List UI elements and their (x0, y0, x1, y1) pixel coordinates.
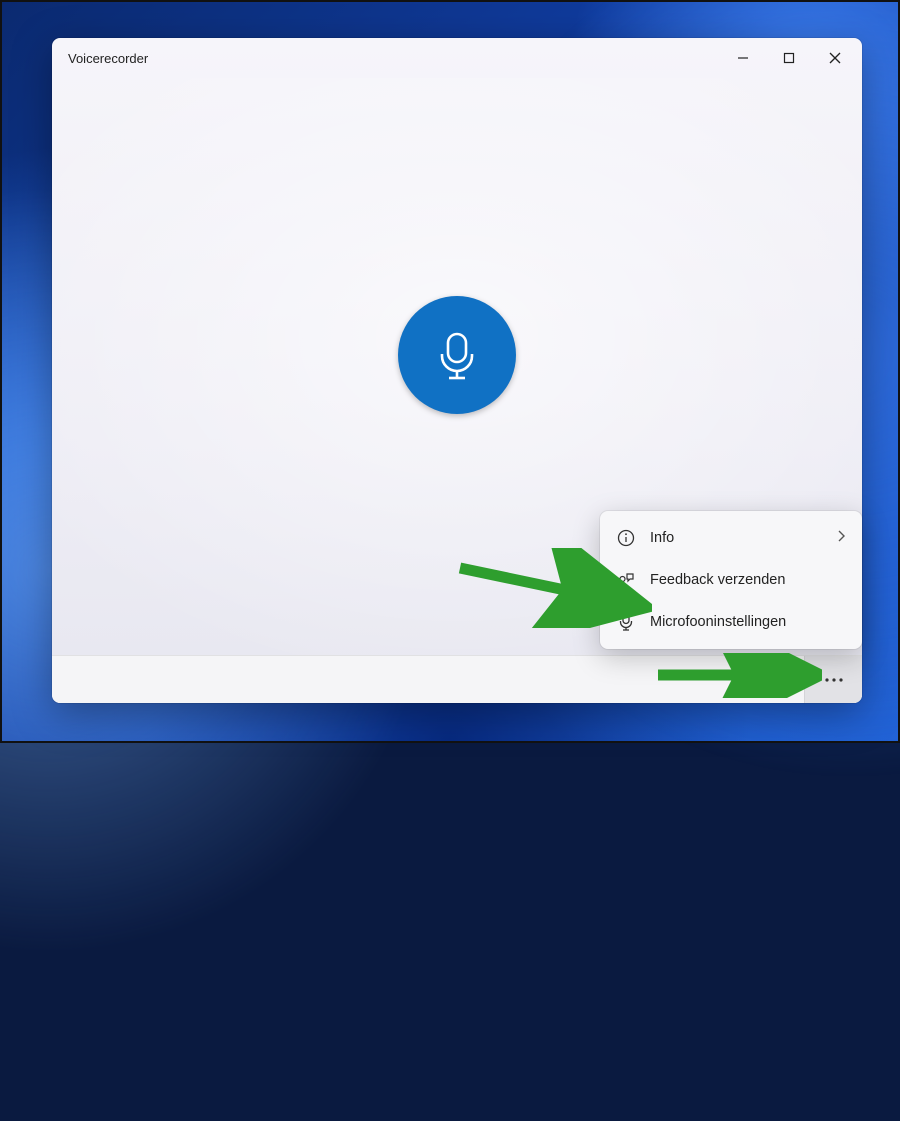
voice-recorder-window: Voicerecorder (52, 38, 862, 703)
flyout-item-label: Feedback verzenden (650, 572, 785, 588)
info-icon (616, 529, 636, 547)
flyout-item-info[interactable]: Info (606, 517, 856, 559)
minimize-icon (737, 52, 749, 64)
close-button[interactable] (812, 42, 858, 74)
window-controls (720, 42, 858, 74)
feedback-icon (616, 571, 636, 589)
minimize-button[interactable] (720, 42, 766, 74)
more-horizontal-icon (825, 678, 843, 682)
flyout-item-mic-settings[interactable]: Microfooninstellingen (606, 601, 856, 643)
maximize-button[interactable] (766, 42, 812, 74)
titlebar[interactable]: Voicerecorder (52, 38, 862, 78)
more-options-flyout: Info Feedback verzenden (600, 511, 862, 649)
chevron-right-icon (836, 530, 846, 546)
more-options-button[interactable] (804, 656, 862, 703)
flyout-item-feedback[interactable]: Feedback verzenden (606, 559, 856, 601)
flyout-item-label: Info (650, 530, 674, 546)
record-button[interactable] (398, 296, 516, 414)
microphone-icon (434, 330, 480, 380)
flyout-item-label: Microfooninstellingen (650, 614, 786, 630)
window-title: Voicerecorder (68, 51, 148, 66)
microphone-small-icon (616, 613, 636, 631)
maximize-icon (783, 52, 795, 64)
command-bar (52, 655, 862, 703)
close-icon (829, 52, 841, 64)
